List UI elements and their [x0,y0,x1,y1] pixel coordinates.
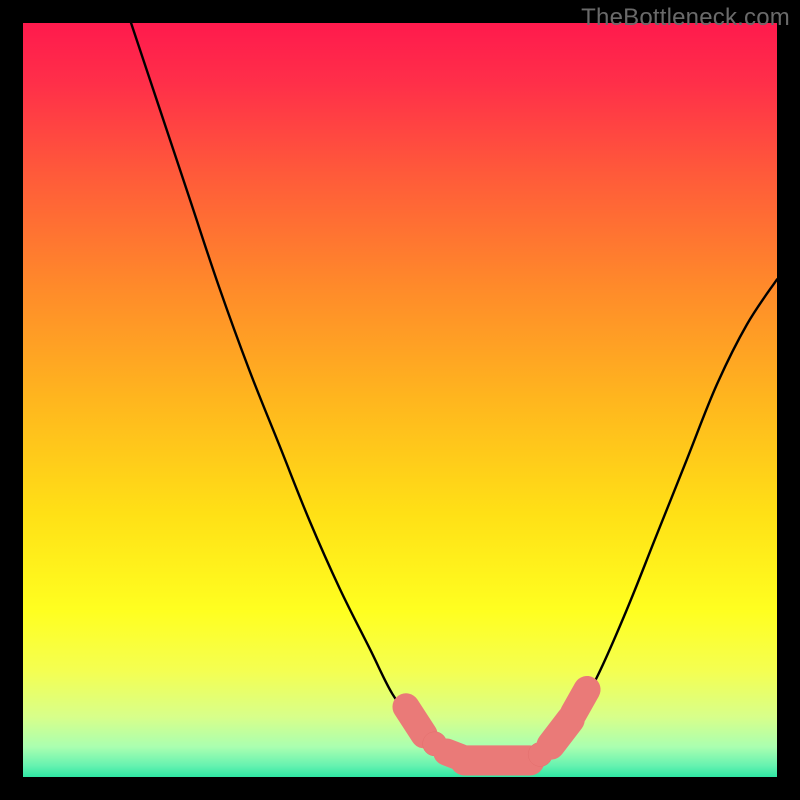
marker-capsule-6 [573,690,587,714]
marker-capsule-0 [406,707,424,735]
chart-svg [23,23,777,777]
app-frame: TheBottleneck.com [0,0,800,800]
gradient-background [23,23,777,777]
plot-area [23,23,777,777]
watermark-text: TheBottleneck.com [581,4,790,32]
